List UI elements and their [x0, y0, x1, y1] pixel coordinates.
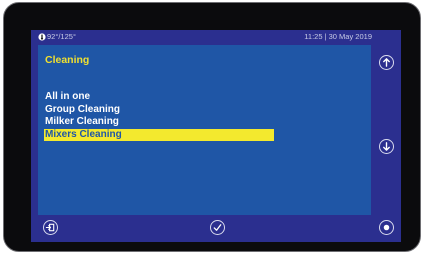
menu-item-all-in-one[interactable]: All in one: [44, 91, 274, 104]
device-bezel: 92°/125° 11:25 | 30 May 2019 Cleaning Al…: [3, 2, 421, 252]
back-button[interactable]: [43, 220, 58, 235]
checkmark-icon: [213, 224, 222, 231]
menu-item-milker-cleaning[interactable]: Milker Cleaning: [44, 116, 274, 129]
thermometer-dial-icon: [38, 33, 46, 41]
menu-item-mixers-cleaning[interactable]: Mixers Cleaning: [44, 128, 274, 141]
circle-action-icon: [383, 224, 390, 231]
extra-action-button[interactable]: [379, 220, 394, 235]
scroll-down-button[interactable]: [379, 139, 394, 154]
status-bar: 92°/125° 11:25 | 30 May 2019: [31, 30, 401, 44]
date-time-readout: 11:25 | 30 May 2019: [304, 32, 372, 41]
content-panel: Cleaning All in one Group Cleaning Milke…: [38, 45, 371, 215]
device-screen: 92°/125° 11:25 | 30 May 2019 Cleaning Al…: [31, 30, 401, 242]
exit-door-icon: [45, 223, 55, 232]
cleaning-menu: All in one Group Cleaning Milker Cleanin…: [44, 91, 274, 141]
page-title: Cleaning: [45, 54, 90, 66]
temperature-readout: 92°/125°: [47, 32, 76, 41]
menu-item-group-cleaning[interactable]: Group Cleaning: [44, 104, 274, 117]
scroll-up-button[interactable]: [379, 55, 394, 70]
confirm-button[interactable]: [210, 220, 225, 235]
arrow-up-icon: [383, 58, 390, 67]
arrow-down-icon: [383, 142, 390, 151]
